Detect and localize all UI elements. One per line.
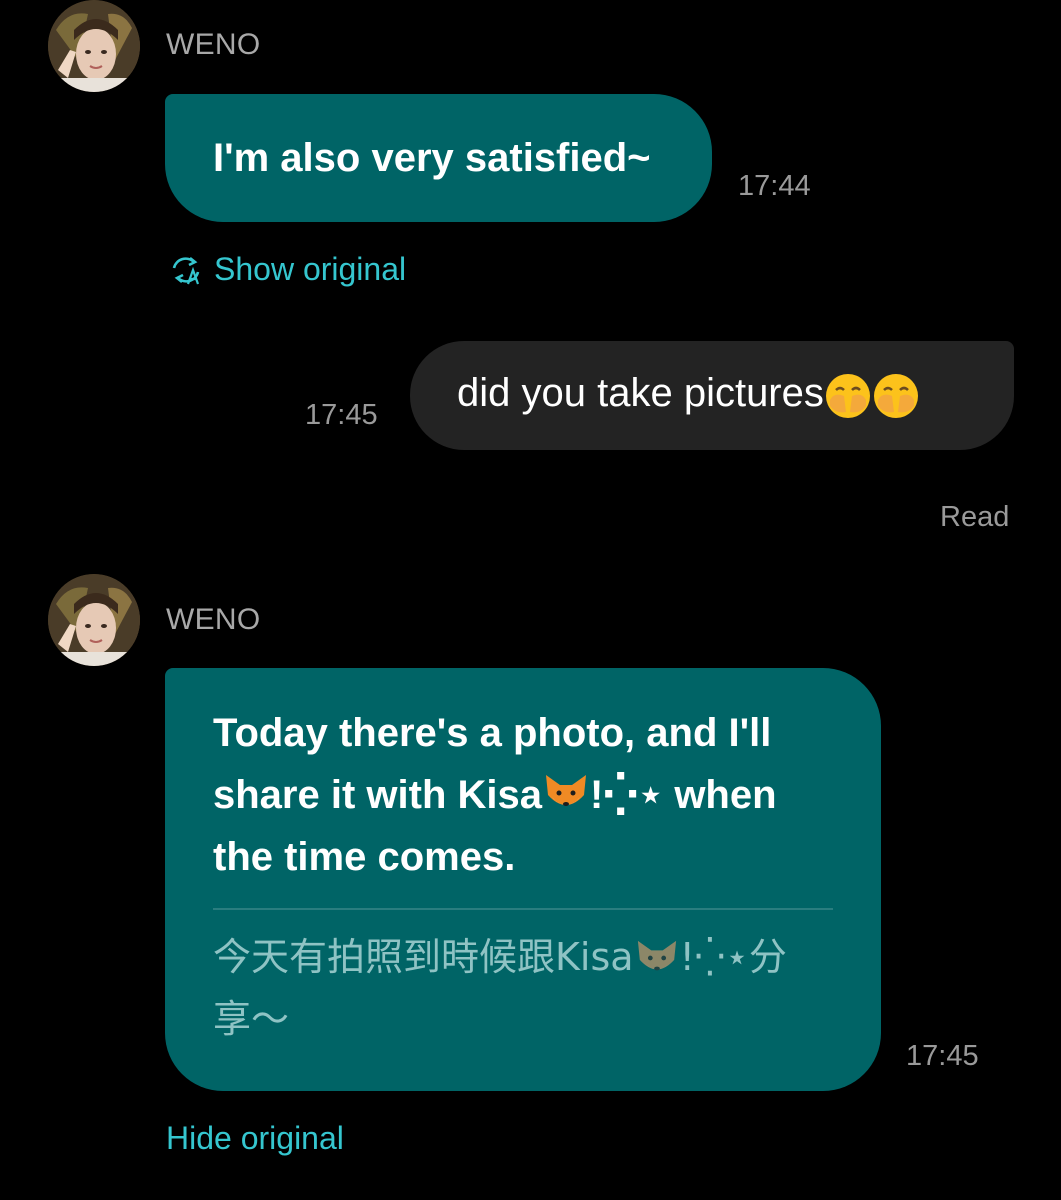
message-bubble-outgoing[interactable]: did you take pictures <box>410 341 1014 450</box>
translate-icon <box>168 254 204 286</box>
original-line-part: !⁛⋆分 <box>679 935 787 979</box>
divider <box>213 908 833 910</box>
show-original-label: Show original <box>214 251 407 287</box>
original-line: 享～ <box>213 997 290 1041</box>
hand-over-mouth-face-emoji <box>872 372 920 420</box>
hide-original-label: Hide original <box>166 1120 344 1156</box>
hide-original-link[interactable]: Hide original <box>166 1120 344 1157</box>
fox-face-emoji <box>542 771 590 815</box>
message-text: I'm also very satisfied~ <box>213 136 651 180</box>
message-timestamp: 17:45 <box>906 1040 979 1072</box>
translated-line: share it with Kisa !⁛⋆ when <box>213 764 833 826</box>
message-timestamp: 17:45 <box>305 399 378 431</box>
message-bubble-incoming[interactable]: I'm also very satisfied~ <box>165 94 712 222</box>
original-line-part: 今天有拍照到時候跟Kisa <box>213 935 634 979</box>
sender-name: WENO <box>166 28 261 61</box>
translated-line-part: share it with Kisa <box>213 773 542 817</box>
avatar[interactable] <box>48 574 140 666</box>
translated-line: Today there's a photo, and I'll <box>213 711 772 755</box>
hand-over-mouth-face-emoji <box>824 372 872 420</box>
message-bubble-incoming[interactable]: Today there's a photo, and I'll share it… <box>165 668 881 1091</box>
read-receipt: Read <box>940 501 1010 533</box>
original-text: 今天有拍照到時候跟Kisa !⁛⋆分 享～ <box>213 926 833 1050</box>
translated-text: Today there's a photo, and I'll share it… <box>213 702 833 888</box>
show-original-link[interactable]: Show original <box>168 251 406 288</box>
message-text: did you take pictures <box>457 371 824 415</box>
original-line: 今天有拍照到時候跟Kisa !⁛⋆分 <box>213 926 833 988</box>
avatar[interactable] <box>48 0 140 92</box>
translated-line: the time comes. <box>213 835 516 879</box>
translated-line-part: !⁛⋆ when <box>589 773 777 817</box>
sender-name: WENO <box>166 603 261 636</box>
fox-face-emoji <box>634 935 680 977</box>
message-timestamp: 17:44 <box>738 170 811 202</box>
